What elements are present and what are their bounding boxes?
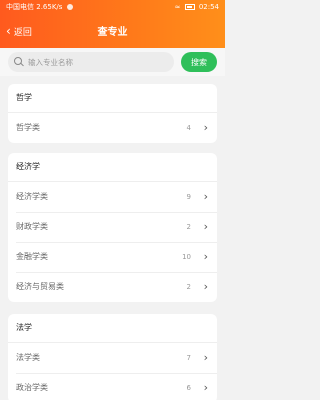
item-label: 经济与贸易类 bbox=[16, 282, 64, 291]
item-count: 7 bbox=[186, 354, 191, 362]
chevron-right-icon: › bbox=[203, 121, 208, 134]
app-header: 中国电信 2.65K/s ≈ 02:54 ‹ 返回 查专业 bbox=[0, 0, 225, 48]
category-card-economics: 经济学 经济学类 9 › 财政学类 2 › 金融学类 10 › 经济与贸易类 2… bbox=[8, 153, 217, 302]
list-item[interactable]: 政治学类 6 › bbox=[8, 373, 217, 400]
list-item[interactable]: 金融学类 10 › bbox=[8, 242, 217, 272]
item-count: 4 bbox=[186, 124, 191, 132]
network-speed: 2.65K/s bbox=[36, 3, 63, 11]
wifi-icon: ≈ bbox=[174, 3, 181, 11]
clock-time: 02:54 bbox=[198, 3, 219, 11]
chevron-right-icon: › bbox=[203, 190, 208, 203]
chevron-right-icon: › bbox=[203, 351, 208, 364]
category-title: 哲学 bbox=[16, 93, 32, 102]
item-label: 财政学类 bbox=[16, 222, 48, 231]
list-item[interactable]: 财政学类 2 › bbox=[8, 212, 217, 242]
category-title: 经济学 bbox=[16, 162, 40, 171]
item-count: 6 bbox=[186, 384, 191, 392]
list-item[interactable]: 法学类 7 › bbox=[8, 343, 217, 373]
notification-icon bbox=[66, 4, 73, 10]
item-count: 2 bbox=[186, 283, 191, 291]
search-bar: 搜索 bbox=[0, 48, 225, 76]
category-card-philosophy: 哲学 哲学类 4 › bbox=[8, 84, 217, 143]
item-label: 法学类 bbox=[16, 353, 40, 362]
chevron-right-icon: › bbox=[203, 250, 208, 263]
list-item[interactable]: 哲学类 4 › bbox=[8, 113, 217, 143]
nav-bar: ‹ 返回 查专业 bbox=[0, 16, 225, 46]
item-label: 经济学类 bbox=[16, 192, 48, 201]
category-card-law: 法学 法学类 7 › 政治学类 6 › bbox=[8, 314, 217, 400]
status-bar: 中国电信 2.65K/s ≈ 02:54 bbox=[0, 0, 225, 14]
search-input[interactable] bbox=[28, 57, 168, 67]
item-label: 政治学类 bbox=[16, 383, 48, 392]
item-count: 9 bbox=[186, 193, 191, 201]
search-icon bbox=[14, 57, 24, 67]
item-label: 金融学类 bbox=[16, 252, 48, 261]
carrier-label: 中国电信 bbox=[6, 3, 34, 11]
search-field[interactable] bbox=[8, 52, 174, 72]
status-left: 中国电信 2.65K/s bbox=[6, 0, 73, 14]
chevron-right-icon: › bbox=[203, 220, 208, 233]
search-button[interactable]: 搜索 bbox=[181, 52, 217, 72]
chevron-right-icon: › bbox=[203, 381, 208, 394]
item-count: 2 bbox=[186, 223, 191, 231]
list-item[interactable]: 经济与贸易类 2 › bbox=[8, 272, 217, 302]
battery-icon bbox=[184, 4, 195, 10]
page-title: 查专业 bbox=[97, 27, 128, 38]
list-item[interactable]: 经济学类 9 › bbox=[8, 182, 217, 212]
chevron-right-icon: › bbox=[203, 280, 208, 293]
category-title: 法学 bbox=[16, 323, 32, 332]
status-right: ≈ 02:54 bbox=[174, 0, 219, 14]
item-label: 哲学类 bbox=[16, 123, 40, 132]
item-count: 10 bbox=[182, 253, 191, 261]
